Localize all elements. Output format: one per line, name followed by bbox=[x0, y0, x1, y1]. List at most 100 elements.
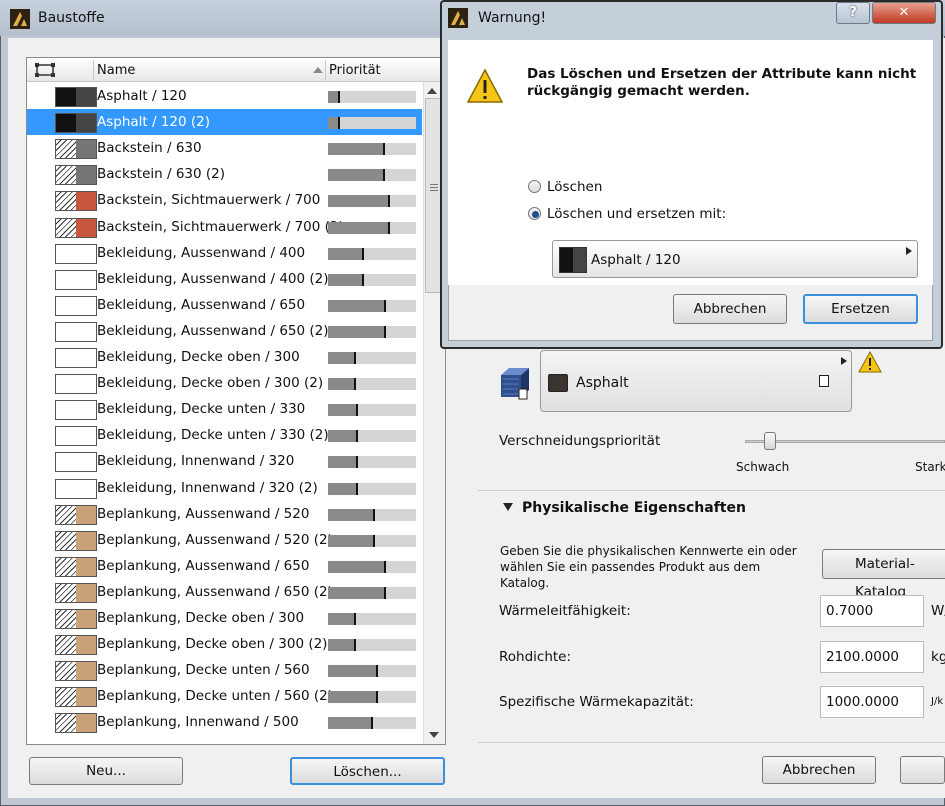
list-item[interactable]: Beplankung, Aussenwand / 520 bbox=[27, 501, 422, 527]
list-item-label: Beplankung, Decke unten / 560 bbox=[97, 662, 310, 679]
material-swatch bbox=[55, 243, 97, 264]
column-header-name[interactable]: Name bbox=[97, 63, 135, 78]
list-item[interactable]: Bekleidung, Decke oben / 300 bbox=[27, 344, 422, 370]
list-item-label: Bekleidung, Aussenwand / 400 (2) bbox=[97, 270, 329, 287]
list-item-label: Bekleidung, Innenwand / 320 (2) bbox=[97, 479, 318, 496]
list-item[interactable]: Beplankung, Decke unten / 560 (2) bbox=[27, 683, 422, 709]
list-item[interactable]: Bekleidung, Innenwand / 320 (2) bbox=[27, 475, 422, 501]
dialog-cancel-button[interactable]: Abbrechen bbox=[673, 294, 787, 324]
list-item[interactable]: Asphalt / 120 bbox=[27, 83, 422, 109]
column-chooser-icon[interactable] bbox=[35, 62, 55, 82]
list-item[interactable]: Beplankung, Innenwand / 500 bbox=[27, 709, 422, 735]
priority-bar-fill bbox=[328, 586, 386, 599]
list-header: Name Priorität bbox=[27, 58, 445, 82]
list-item[interactable]: Bekleidung, Aussenwand / 400 (2) bbox=[27, 266, 422, 292]
app-logo-icon bbox=[10, 9, 30, 29]
material-swatch bbox=[55, 165, 97, 186]
priority-bar-fill bbox=[328, 508, 375, 521]
list-item[interactable]: Beplankung, Decke unten / 560 bbox=[27, 657, 422, 683]
column-header-priority[interactable]: Priorität bbox=[329, 63, 381, 78]
section-collapse-icon[interactable] bbox=[503, 503, 513, 511]
selector-arrow-icon bbox=[906, 247, 912, 255]
material-selector[interactable]: Asphalt bbox=[540, 350, 852, 412]
priority-bar bbox=[328, 117, 416, 130]
list-item[interactable]: Beplankung, Aussenwand / 520 (2) bbox=[27, 527, 422, 553]
density-field[interactable]: 2100.0000 bbox=[820, 641, 924, 673]
dialog-message: Das Löschen und Ersetzen der Attribute k… bbox=[527, 66, 917, 99]
material-list[interactable]: Name Priorität Asphalt / 120 Asphalt / 12… bbox=[26, 57, 446, 745]
priority-bar bbox=[328, 482, 416, 495]
priority-bar bbox=[328, 560, 416, 573]
warning-icon bbox=[858, 350, 882, 377]
priority-slider-handle[interactable] bbox=[764, 432, 776, 450]
priority-bar bbox=[328, 717, 416, 730]
priority-bar-fill bbox=[328, 325, 386, 338]
close-button[interactable]: ✕ bbox=[872, 2, 936, 24]
priority-bar-fill bbox=[328, 404, 358, 417]
header-separator bbox=[93, 60, 94, 80]
list-item[interactable]: Bekleidung, Decke unten / 330 (2) bbox=[27, 422, 422, 448]
conductivity-label: Wärmeleitfähigkeit: bbox=[499, 603, 631, 619]
radio-delete[interactable] bbox=[528, 180, 541, 193]
priority-bar bbox=[328, 273, 416, 286]
cancel-button[interactable]: Abbrechen bbox=[762, 756, 876, 784]
radio-replace[interactable] bbox=[528, 207, 541, 220]
radio-replace-label[interactable]: Löschen und ersetzen mit: bbox=[547, 206, 726, 222]
list-item[interactable]: Asphalt / 120 (2) bbox=[27, 109, 422, 136]
list-item[interactable]: Beplankung, Aussenwand / 650 bbox=[27, 553, 422, 579]
selector-arrow-icon bbox=[841, 357, 847, 365]
scroll-up-icon[interactable] bbox=[427, 88, 437, 94]
list-item[interactable]: Backstein / 630 bbox=[27, 135, 422, 161]
scroll-down-icon[interactable] bbox=[429, 732, 439, 738]
list-item[interactable]: Bekleidung, Innenwand / 320 bbox=[27, 448, 422, 474]
priority-bar bbox=[328, 534, 416, 547]
priority-bar bbox=[328, 430, 416, 443]
conductivity-field[interactable]: 0.7000 bbox=[820, 595, 924, 627]
radio-delete-label[interactable]: Löschen bbox=[547, 179, 602, 195]
material-swatch bbox=[55, 269, 97, 290]
list-item-label: Beplankung, Decke oben / 300 (2) bbox=[97, 636, 328, 653]
ok-button[interactable] bbox=[900, 756, 945, 784]
list-item[interactable]: Beplankung, Aussenwand / 650 (2) bbox=[27, 579, 422, 605]
list-item-label: Asphalt / 120 bbox=[97, 88, 187, 104]
heat-capacity-unit: J/k bbox=[931, 696, 944, 707]
list-item[interactable]: Bekleidung, Decke oben / 300 (2) bbox=[27, 370, 422, 396]
list-item-label: Beplankung, Aussenwand / 650 bbox=[97, 557, 310, 574]
replace-button[interactable]: Ersetzen bbox=[803, 294, 918, 324]
header-separator bbox=[325, 60, 326, 80]
material-swatch bbox=[55, 217, 97, 238]
help-button[interactable]: ? bbox=[836, 2, 870, 24]
material-swatch bbox=[55, 374, 97, 395]
list-item[interactable]: Beplankung, Decke oben / 300 bbox=[27, 605, 422, 631]
material-swatch bbox=[55, 400, 97, 421]
new-button[interactable]: Neu... bbox=[29, 757, 183, 785]
material-swatch bbox=[55, 635, 97, 656]
list-item[interactable]: Bekleidung, Aussenwand / 650 bbox=[27, 292, 422, 318]
list-item[interactable]: Backstein, Sichtmauerwerk / 700 (2) bbox=[27, 214, 422, 240]
material-swatch bbox=[55, 321, 97, 342]
material-swatch bbox=[55, 139, 97, 160]
delete-button[interactable]: Löschen... bbox=[290, 757, 445, 785]
list-item[interactable]: Bekleidung, Aussenwand / 400 bbox=[27, 240, 422, 266]
heat-capacity-field[interactable]: 1000.0000 bbox=[820, 686, 924, 718]
priority-bar-fill bbox=[328, 456, 358, 469]
material-name: Asphalt bbox=[576, 375, 629, 391]
list-item[interactable]: Backstein, Sichtmauerwerk / 700 bbox=[27, 187, 422, 213]
divider bbox=[478, 742, 945, 743]
intersection-priority-label: Verschneidungspriorität bbox=[499, 433, 661, 449]
material-swatch bbox=[55, 661, 97, 682]
material-swatch bbox=[55, 295, 97, 316]
list-item[interactable]: Beplankung, Decke oben / 300 (2) bbox=[27, 631, 422, 657]
list-item[interactable]: Bekleidung, Aussenwand / 650 (2) bbox=[27, 318, 422, 344]
material-swatch bbox=[55, 713, 97, 734]
list-item[interactable]: Bekleidung, Decke unten / 330 bbox=[27, 396, 422, 422]
section-title[interactable]: Physikalische Eigenschaften bbox=[522, 500, 746, 516]
priority-bar-fill bbox=[328, 143, 385, 156]
list-item-label: Beplankung, Innenwand / 500 bbox=[97, 714, 299, 731]
material-swatch bbox=[55, 556, 97, 577]
replace-material-selector[interactable]: Asphalt / 120 bbox=[552, 240, 918, 278]
material-catalog-button[interactable]: Material-Katalog bbox=[822, 549, 945, 600]
list-item[interactable]: Backstein / 630 (2) bbox=[27, 161, 422, 187]
list-item-label: Beplankung, Aussenwand / 520 bbox=[97, 505, 310, 522]
priority-bar-fill bbox=[328, 639, 356, 652]
